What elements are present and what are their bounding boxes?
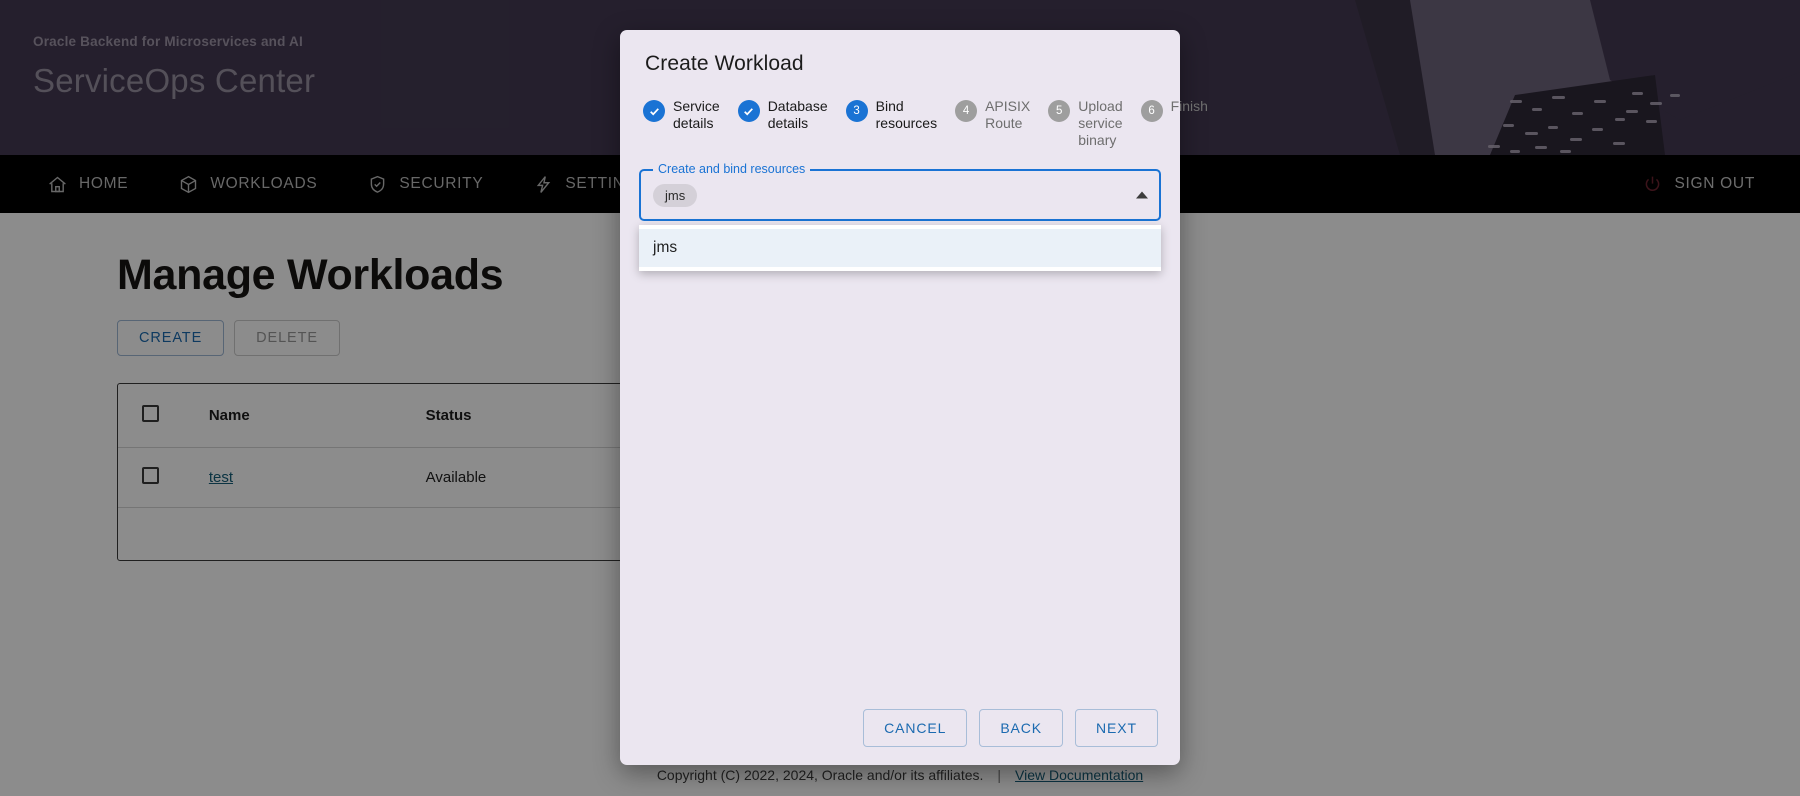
step-2-label: Database details xyxy=(767,98,828,132)
step-3-number: 3 xyxy=(845,100,868,122)
next-button[interactable]: NEXT xyxy=(1075,709,1158,747)
wizard-stepper: Service details Database details 3 Bind … xyxy=(620,76,1208,149)
back-button[interactable]: BACK xyxy=(979,709,1064,747)
step-1-label: Service details xyxy=(673,98,720,132)
step-apisix-route[interactable]: 4 APISIX Route xyxy=(946,98,1039,132)
step-5-number: 5 xyxy=(1048,100,1071,122)
step-6-label: Finish xyxy=(1170,98,1208,114)
create-workload-dialog: Create Workload Service details Database… xyxy=(620,30,1208,765)
bind-resources-select[interactable]: Create and bind resources jms xyxy=(639,162,1161,222)
dialog-footer: CANCEL BACK NEXT xyxy=(620,709,1180,747)
step-4-label: APISIX Route xyxy=(985,98,1031,132)
step-5-label: Upload service binary xyxy=(1078,98,1123,149)
step-database-details[interactable]: Database details xyxy=(729,98,837,132)
dropdown-option-jms[interactable]: jms xyxy=(639,229,1161,267)
dialog-title: Create Workload xyxy=(645,52,804,75)
chevron-up-icon[interactable] xyxy=(1136,191,1148,199)
step-service-details[interactable]: Service details xyxy=(634,98,729,132)
app-root: Oracle Backend for Microservices and AI … xyxy=(0,0,1800,796)
step-bind-resources[interactable]: 3 Bind resources xyxy=(837,98,946,132)
step-6-number: 6 xyxy=(1140,100,1163,122)
step-3-label: Bind resources xyxy=(875,98,938,132)
step-4-number: 4 xyxy=(955,100,978,122)
bind-resources-dropdown: jms xyxy=(639,225,1161,271)
step-upload-service-binary[interactable]: 5 Upload service binary xyxy=(1039,98,1131,149)
selected-chip-jms[interactable]: jms xyxy=(653,183,698,207)
bind-resources-label: Create and bind resources xyxy=(653,162,811,177)
step-1-check-icon xyxy=(643,100,665,122)
step-finish[interactable]: 6 Finish xyxy=(1132,98,1217,122)
step-2-check-icon xyxy=(737,100,760,122)
cancel-button[interactable]: CANCEL xyxy=(863,709,968,747)
